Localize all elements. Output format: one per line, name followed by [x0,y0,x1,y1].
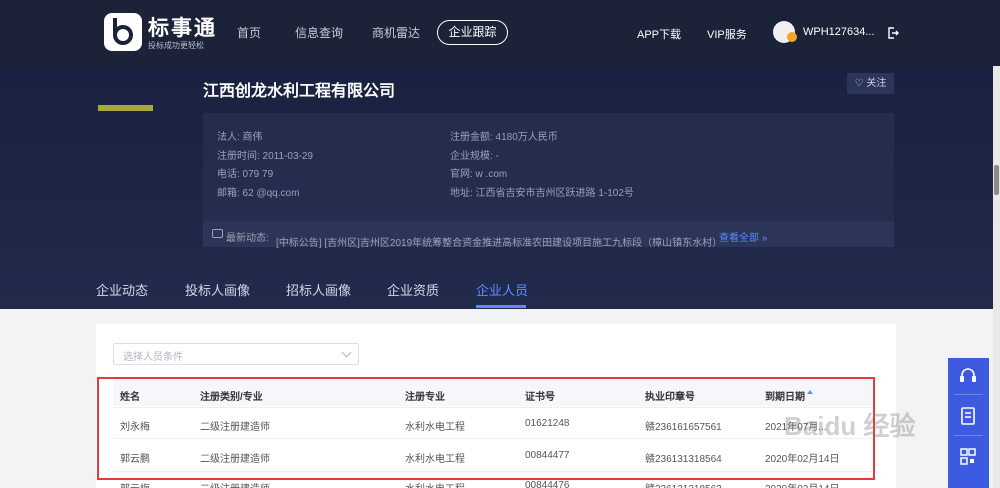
legal-person: 法人: 商伟 [217,132,263,143]
registered-capital: 注册金额: 4180万人民币 [450,132,558,143]
brand-slogan: 投标成功更轻松 [148,41,204,50]
logout-icon[interactable] [887,27,899,39]
follow-button[interactable]: ♡ 关注 [847,73,894,94]
headset-icon[interactable] [958,367,978,385]
nav-item-tracking[interactable]: 企业跟踪 [437,20,508,45]
phone: 电话: 079 79 [217,169,274,180]
filter-placeholder: 选择人员条件 [123,352,183,363]
toolbar-divider [954,394,983,395]
app-download-link[interactable]: APP下载 [637,26,681,42]
website[interactable]: 官网: w .com [450,165,507,180]
table-cell: 00844476 [525,480,570,488]
tab-indicator [476,305,526,308]
news-text[interactable]: [中标公告] [吉州区]吉州区2019年统筹整合资金推进高标准农田建设项目施工九… [276,234,722,249]
tab-qualification[interactable]: 企业资质 [387,280,439,299]
company-name: 江西创龙水利工程有限公司 [203,83,396,100]
username[interactable]: WPH127634... [803,26,875,38]
nav-item-home[interactable]: 首页 [237,24,261,41]
table-cell: 郭云梅 [120,480,150,488]
tab-personnel[interactable]: 企业人员 [476,280,528,299]
table-cell: 2020年02月14日 [765,480,840,488]
address: 地址: 江西省吉安市吉州区跃进路 1-102号 [450,188,634,199]
highlight-frame [97,377,875,480]
tab-bidder-profile[interactable]: 投标人画像 [185,280,250,299]
table-cell: 二级注册建造师 [200,480,270,488]
scrollbar-thumb[interactable] [994,165,999,195]
nav-item-radar[interactable]: 商机雷达 [372,24,420,41]
nav-item-info-search[interactable]: 信息查询 [295,24,343,41]
registered-date: 注册时间: 2011-03-29 [217,151,313,162]
news-label: 最新动态: [226,233,269,244]
vip-badge-icon [787,32,797,42]
logo-icon[interactable] [104,13,142,51]
tab-tenderer-profile[interactable]: 招标人画像 [286,280,351,299]
table-cell: 水利水电工程 [405,480,465,488]
vip-link[interactable]: VIP服务 [707,26,747,42]
message-icon [212,229,223,238]
company-logo [98,105,153,111]
tab-company-news[interactable]: 企业动态 [96,280,148,299]
toolbar-divider [954,435,983,436]
edit-note-icon[interactable] [958,407,978,425]
view-all-link[interactable]: 查看全部 » [719,229,767,244]
qr-code-icon[interactable] [958,448,978,466]
table-cell: 赣236131318563 [645,480,722,488]
brand-name[interactable]: 标事通 [148,12,217,42]
scrollbar-track[interactable] [993,66,1000,488]
watermark: Baidu 经验 [784,411,916,441]
company-scale: 企业规模: - [450,151,499,162]
email: 邮箱: 62 @qq.com [217,188,300,199]
